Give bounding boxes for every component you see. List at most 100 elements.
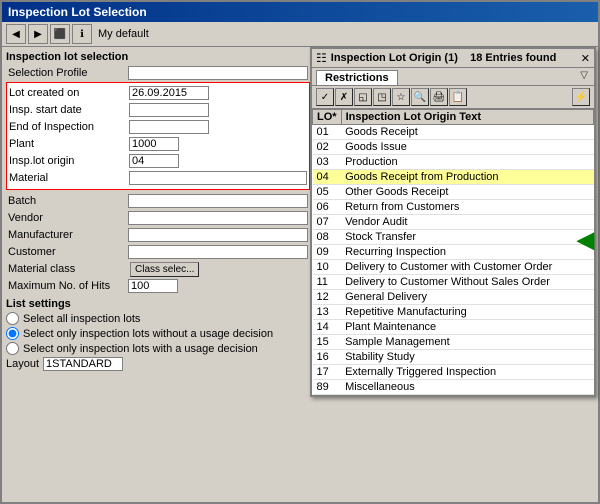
radio-all-lots-label: Select all inspection lots <box>23 313 140 325</box>
end-inspection-row: End of Inspection <box>9 119 307 135</box>
cell-text: Externally Triggered Inspection <box>341 365 593 380</box>
toolbar-info-btn[interactable]: ℹ <box>72 24 92 44</box>
cell-lo: 13 <box>313 305 342 320</box>
material-class-row: Material class Class selec... <box>6 261 310 277</box>
insp-start-input[interactable] <box>129 103 209 117</box>
vendor-input[interactable] <box>128 211 308 225</box>
dropdown-entries-count: 18 Entries found <box>470 52 556 64</box>
cell-lo: 02 <box>313 140 342 155</box>
batch-row: Batch <box>6 193 310 209</box>
layout-input[interactable] <box>43 357 123 371</box>
cell-text: Stability Study <box>341 350 593 365</box>
cell-lo: 12 <box>313 290 342 305</box>
table-row[interactable]: 06 Return from Customers <box>313 200 594 215</box>
table-row[interactable]: 14 Plant Maintenance <box>313 320 594 335</box>
dd-extra-btn[interactable]: ⚡ <box>572 88 590 106</box>
selection-profile-row: Selection Profile <box>6 65 310 81</box>
radio-all-lots: Select all inspection lots <box>6 312 310 325</box>
arrow-indicator: ◀ <box>577 227 594 253</box>
cell-lo: 05 <box>313 185 342 200</box>
plant-label: Plant <box>9 138 129 150</box>
dd-star-btn[interactable]: ☆ <box>392 88 410 106</box>
material-input[interactable] <box>129 171 307 185</box>
table-row[interactable]: 11 Delivery to Customer Without Sales Or… <box>313 275 594 290</box>
dd-print-btn[interactable]: 🖨 <box>430 88 448 106</box>
class-select-btn[interactable]: Class selec... <box>130 262 199 277</box>
dropdown-title: Inspection Lot Origin (1) 18 Entries fou… <box>331 52 557 64</box>
table-row[interactable]: 05 Other Goods Receipt <box>313 185 594 200</box>
radio-with-usage-input[interactable] <box>6 342 19 355</box>
cell-text: Miscellaneous <box>341 380 593 395</box>
vendor-row: Vendor <box>6 210 310 226</box>
cell-text: Recurring Inspection <box>341 245 593 260</box>
cell-lo: 89 <box>313 380 342 395</box>
dropdown-toolbar-left: ✓ ✗ ◱ ◳ ☆ 🔍 🖨 📋 <box>316 88 467 106</box>
max-hits-input[interactable] <box>128 279 178 293</box>
toolbar-back-btn[interactable]: ◀ <box>6 24 26 44</box>
table-row[interactable]: 03 Production <box>313 155 594 170</box>
dd-paste-btn[interactable]: ◳ <box>373 88 391 106</box>
content-area: Inspection lot selection Selection Profi… <box>2 47 598 499</box>
cell-text: Return from Customers <box>341 200 593 215</box>
dropdown-header: ☷ Inspection Lot Origin (1) 18 Entries f… <box>312 49 594 68</box>
cell-text: Plant Maintenance <box>341 320 593 335</box>
table-row[interactable]: 89 Miscellaneous <box>313 380 594 395</box>
manufacturer-input[interactable] <box>128 228 308 242</box>
insp-lot-origin-input[interactable] <box>129 154 179 168</box>
plain-fields: Batch Vendor Manufacturer Customer Mater… <box>6 193 310 294</box>
table-row[interactable]: 12 General Delivery <box>313 290 594 305</box>
table-row[interactable]: 02 Goods Issue <box>313 140 594 155</box>
radio-all-lots-input[interactable] <box>6 312 19 325</box>
table-row[interactable]: 16 Stability Study <box>313 350 594 365</box>
toolbar-fwd-btn[interactable]: ▶ <box>28 24 48 44</box>
lot-created-input[interactable] <box>129 86 209 100</box>
dropdown-toolbar: ✓ ✗ ◱ ◳ ☆ 🔍 🖨 📋 ⚡ <box>312 86 594 109</box>
dd-copy2-btn[interactable]: 📋 <box>449 88 467 106</box>
plant-input[interactable] <box>129 137 179 151</box>
end-inspection-label: End of Inspection <box>9 121 129 133</box>
insp-start-row: Insp. start date <box>9 102 307 118</box>
table-row[interactable]: 13 Repetitive Manufacturing <box>313 305 594 320</box>
cell-text: Vendor Audit <box>341 215 593 230</box>
table-row[interactable]: 04 Goods Receipt from Production <box>313 170 594 185</box>
col-text: Inspection Lot Origin Text <box>341 110 593 125</box>
batch-input[interactable] <box>128 194 308 208</box>
table-row[interactable]: 07 Vendor Audit <box>313 215 594 230</box>
selection-profile-label: Selection Profile <box>8 67 128 79</box>
dd-search-btn[interactable]: 🔍 <box>411 88 429 106</box>
table-row[interactable]: 01 Goods Receipt <box>313 125 594 140</box>
table-row[interactable]: 09 Recurring Inspection <box>313 245 594 260</box>
dd-x-btn[interactable]: ✗ <box>335 88 353 106</box>
dd-copy-btn[interactable]: ◱ <box>354 88 372 106</box>
toolbar-stop-btn[interactable]: ⬛ <box>50 24 70 44</box>
dropdown-title-text: Inspection Lot Origin (1) <box>331 52 458 64</box>
material-label: Material <box>9 172 129 184</box>
table-row[interactable]: 10 Delivery to Customer with Customer Or… <box>313 260 594 275</box>
dropdown-close-btn[interactable]: ✕ <box>581 52 590 65</box>
selection-profile-input[interactable] <box>128 66 308 80</box>
cell-lo: 07 <box>313 215 342 230</box>
customer-label: Customer <box>8 246 128 258</box>
title-bar: Inspection Lot Selection <box>2 2 598 22</box>
layout-label: Layout <box>6 358 39 370</box>
insp-lot-origin-label: Insp.lot origin <box>9 155 129 167</box>
table-row[interactable]: 15 Sample Management <box>313 335 594 350</box>
section-title: Inspection lot selection <box>6 51 310 63</box>
dropdown-table-container: LO* Inspection Lot Origin Text 01 Goods … <box>312 109 594 395</box>
dd-check-btn[interactable]: ✓ <box>316 88 334 106</box>
table-row[interactable]: 08 Stock Transfer <box>313 230 594 245</box>
tab-restrictions[interactable]: Restrictions <box>316 70 398 85</box>
max-hits-row: Maximum No. of Hits <box>6 278 310 294</box>
list-settings-title: List settings <box>6 298 310 310</box>
vendor-label: Vendor <box>8 212 128 224</box>
table-row[interactable]: 17 Externally Triggered Inspection <box>313 365 594 380</box>
customer-input[interactable] <box>128 245 308 259</box>
manufacturer-label: Manufacturer <box>8 229 128 241</box>
end-inspection-input[interactable] <box>129 120 209 134</box>
list-settings: List settings Select all inspection lots… <box>6 298 310 371</box>
col-lo: LO* <box>313 110 342 125</box>
cell-text: Delivery to Customer Without Sales Order <box>341 275 593 290</box>
cell-lo: 16 <box>313 350 342 365</box>
cell-text: Other Goods Receipt <box>341 185 593 200</box>
radio-without-usage-input[interactable] <box>6 327 19 340</box>
